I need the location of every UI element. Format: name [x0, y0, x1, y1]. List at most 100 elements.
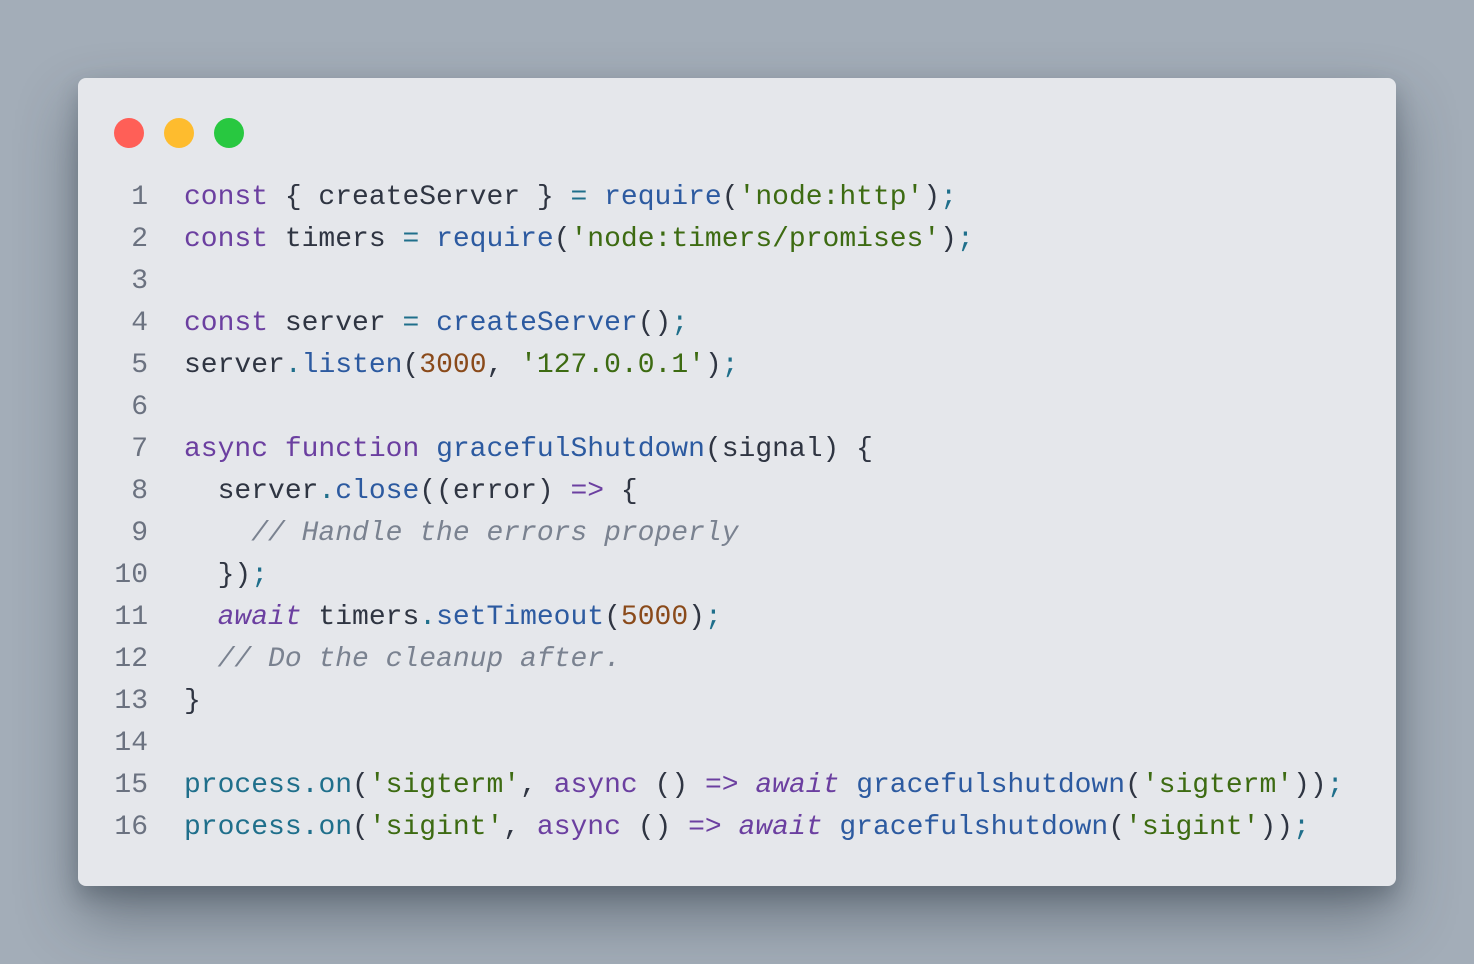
code-token: const: [184, 224, 269, 255]
code-token: 'sigint': [368, 812, 504, 843]
line-source: }: [148, 681, 201, 723]
line-number: 15: [114, 770, 148, 801]
code-line: 16 process.on('sigint', async () => await…: [78, 807, 1396, 849]
code-line: 9 // Handle the errors properly: [78, 513, 1396, 555]
code-line: 14: [78, 723, 1396, 765]
line-source: server.listen(3000, '127.0.0.1');: [148, 345, 739, 387]
code-token: .: [301, 812, 319, 843]
code-token: ,: [503, 812, 537, 843]
code-line: 2 const timers = require('node:timers/pro…: [78, 219, 1396, 261]
code-token: 3000: [419, 350, 487, 381]
code-line: 11 await timers.setTimeout(5000);: [78, 597, 1396, 639]
code-line: 4 const server = createServer();: [78, 303, 1396, 345]
code-line: 13}: [78, 681, 1396, 723]
line-source: server.close((error) => {: [148, 471, 638, 513]
code-token: process: [184, 770, 302, 801]
code-token: (: [1125, 770, 1142, 801]
code-editor[interactable]: 1 const { createServer } = require('node:…: [78, 177, 1396, 849]
code-token: 'sigterm': [368, 770, 521, 801]
line-source: process.on('sigint', async () => await g…: [148, 807, 1310, 849]
code-token: (: [352, 770, 369, 801]
code-token: server: [268, 308, 403, 339]
code-token: ): [688, 602, 705, 633]
code-token: )): [1259, 812, 1294, 843]
code-token: }): [184, 560, 252, 591]
line-number: 5: [131, 350, 148, 381]
code-token: }: [184, 686, 201, 717]
code-token: =: [570, 182, 588, 213]
code-token: async: [184, 434, 269, 465]
line-number: 1: [131, 182, 148, 213]
code-token: ;: [251, 560, 269, 591]
code-line: 1 const { createServer } = require('node:…: [78, 177, 1396, 219]
code-token: timers: [268, 224, 403, 255]
maximize-button[interactable]: [214, 118, 244, 148]
code-token: on: [318, 770, 353, 801]
code-token: {: [604, 476, 638, 507]
code-token: ;: [940, 182, 957, 213]
code-line: 3: [78, 261, 1396, 303]
line-number: 7: [131, 434, 148, 465]
line-number: 3: [131, 266, 148, 297]
line-source: });: [148, 555, 268, 597]
code-token: ;: [721, 350, 739, 381]
code-token: 'sigterm': [1141, 770, 1294, 801]
code-line: 5 server.listen(3000, '127.0.0.1');: [78, 345, 1396, 387]
code-token: ,: [520, 770, 554, 801]
code-line: 8 server.close((error) => {: [78, 471, 1396, 513]
code-token: async: [553, 770, 638, 801]
code-token: (: [721, 182, 739, 213]
code-token: async: [536, 812, 621, 843]
line-source: const timers = require('node:timers/prom…: [148, 219, 974, 261]
line-number: 16: [114, 812, 148, 843]
line-number: 11: [114, 602, 148, 633]
line-number: 8: [131, 476, 148, 507]
code-token: setTimeout: [436, 602, 605, 633]
code-token: (: [352, 812, 369, 843]
code-line: 15 process.on('sigterm', async () => awai…: [78, 765, 1396, 807]
code-token: 5000: [620, 602, 689, 633]
code-token: await: [217, 602, 302, 633]
code-token: server: [184, 476, 319, 507]
code-line: 7 async function gracefulShutdown(signal)…: [78, 429, 1396, 471]
line-source: // Do the cleanup after.: [148, 639, 621, 681]
code-token: 'node:timers/promises': [570, 224, 941, 255]
code-token: ): [940, 224, 957, 255]
code-token: (): [637, 770, 705, 801]
code-token: // Do the cleanup after.: [184, 644, 621, 675]
close-button[interactable]: [114, 118, 144, 148]
code-token: '127.0.0.1': [520, 350, 705, 381]
code-line: 12 // Do the cleanup after.: [78, 639, 1396, 681]
line-source: [148, 261, 184, 303]
code-token: ,: [486, 350, 521, 381]
minimize-button[interactable]: [164, 118, 194, 148]
line-number: 14: [114, 728, 148, 759]
line-number: 12: [114, 644, 148, 675]
code-token: ;: [1326, 770, 1344, 801]
code-token: gracefulshutdown: [856, 770, 1126, 801]
code-token: const: [184, 308, 269, 339]
code-token: =>: [688, 812, 722, 843]
code-token: gracefulshutdown: [839, 812, 1109, 843]
code-token: process: [184, 812, 302, 843]
line-source: await timers.setTimeout(5000);: [148, 597, 722, 639]
code-token: ): [704, 350, 722, 381]
code-token: ): [923, 182, 941, 213]
code-token: 'sigint': [1125, 812, 1260, 843]
code-token: ;: [671, 308, 689, 339]
code-line: 6: [78, 387, 1396, 429]
code-line: 10 });: [78, 555, 1396, 597]
code-token: createServer: [436, 308, 638, 339]
line-number: 13: [114, 686, 148, 717]
code-token: timers: [301, 602, 420, 633]
line-number: 6: [131, 392, 148, 423]
code-token: require: [604, 182, 722, 213]
code-token: server: [184, 350, 285, 381]
code-token: (: [553, 224, 571, 255]
